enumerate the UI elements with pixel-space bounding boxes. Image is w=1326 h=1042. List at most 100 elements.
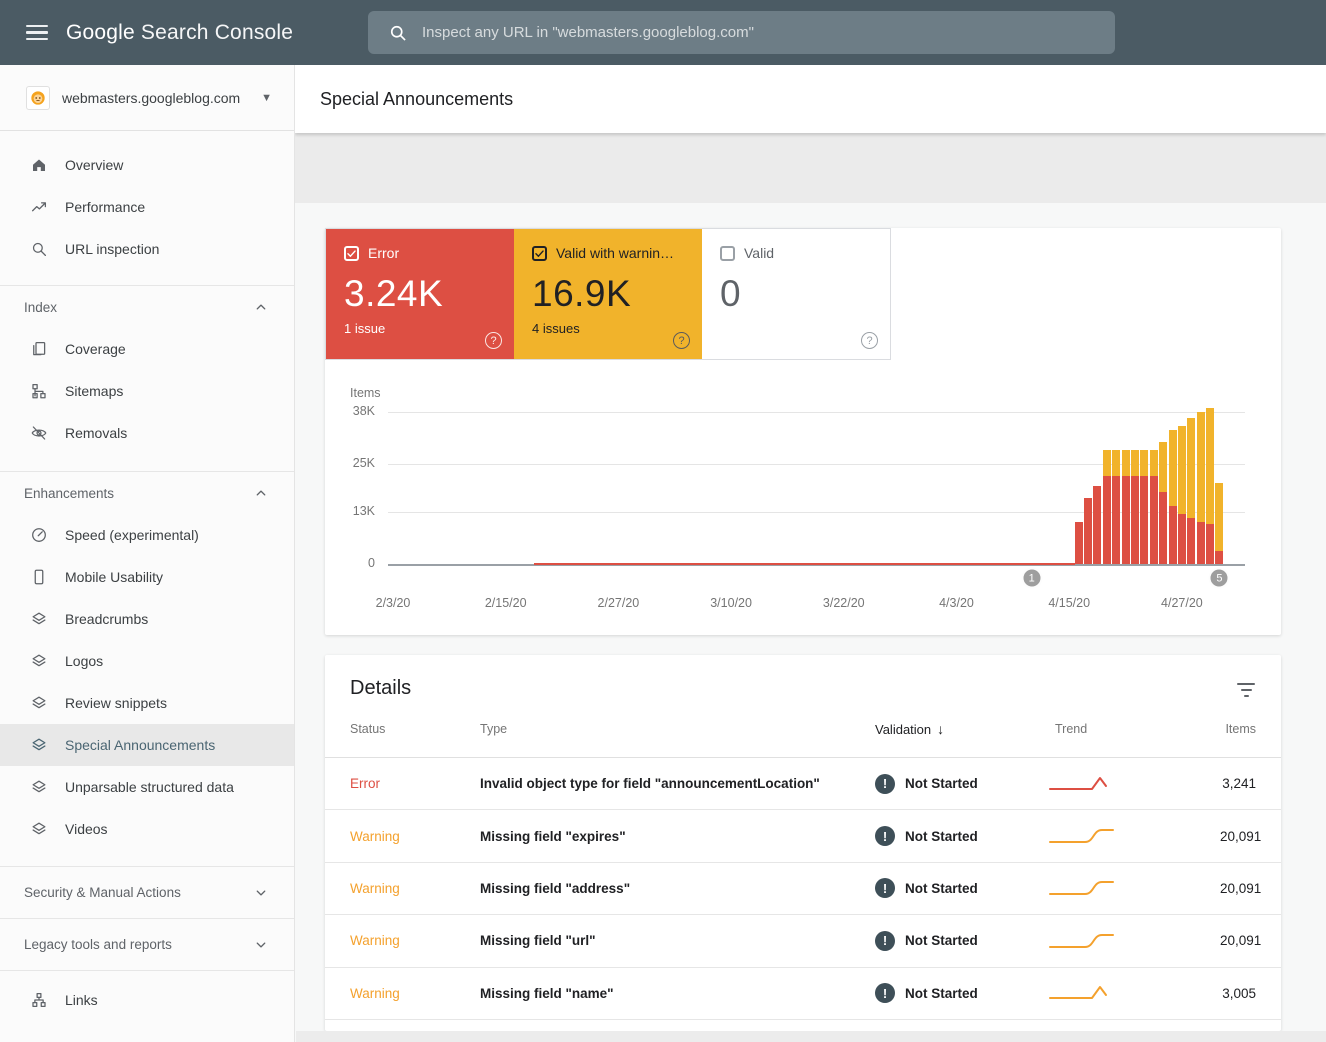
bar-warning-segment[interactable] <box>1140 450 1148 476</box>
removals-icon <box>30 424 48 442</box>
bar-error-segment[interactable] <box>1103 476 1111 564</box>
chevron-up-icon <box>252 298 270 316</box>
bar-warning-segment[interactable] <box>1206 408 1214 524</box>
row-status: Warning <box>350 986 480 1001</box>
sidebar-item-url-inspection[interactable]: URL inspection <box>0 228 294 270</box>
bar-warning-segment[interactable] <box>1197 412 1205 522</box>
status-and-chart-panel: Error3.24K1 issue?Valid with warnin…16.9… <box>325 228 1281 635</box>
trend-sparkline <box>1047 773 1117 795</box>
bar-error-segment[interactable] <box>1131 476 1139 564</box>
sidebar-section-enhancements[interactable]: Enhancements <box>0 472 294 514</box>
bar-warning-segment[interactable] <box>1169 430 1177 506</box>
details-row[interactable]: WarningMissing field "address"!Not Start… <box>325 863 1281 915</box>
filter-icon[interactable] <box>1236 681 1256 697</box>
sidebar-item-overview[interactable]: Overview <box>0 144 294 186</box>
bar-warning-segment[interactable] <box>1122 450 1130 476</box>
sidebar-item-links[interactable]: Links <box>0 979 294 1021</box>
sidebar-section-security-manual-actions[interactable]: Security & Manual Actions <box>0 867 294 918</box>
col-validation[interactable]: Validation↓ <box>875 721 1055 737</box>
details-row[interactable]: WarningMissing field "url"!Not Started20… <box>325 915 1281 967</box>
chart-y-axis-title: Items <box>350 386 381 400</box>
bar-warning-segment[interactable] <box>1131 450 1139 476</box>
sidebar-item-performance[interactable]: Performance <box>0 186 294 228</box>
sidebar-item-sitemaps[interactable]: Sitemaps <box>0 370 294 412</box>
bar-error-segment[interactable] <box>1112 476 1120 564</box>
trend-sparkline <box>1047 930 1117 952</box>
x-tick-label: 4/3/20 <box>939 596 974 610</box>
validation-state: Not Started <box>905 933 978 948</box>
bar-warning-segment[interactable] <box>1103 450 1111 476</box>
sidebar-item-label: Videos <box>65 821 108 837</box>
layers-icon <box>30 736 48 754</box>
details-table-header: Status Type Validation↓ Trend Items <box>325 700 1281 758</box>
sidebar-item-review-snippets[interactable]: Review snippets <box>0 682 294 724</box>
sidebar-item-mobile-usability[interactable]: Mobile Usability <box>0 556 294 598</box>
bar-error-segment[interactable] <box>1093 486 1101 564</box>
bar-warning-segment[interactable] <box>1150 450 1158 476</box>
validation-state: Not Started <box>905 776 978 791</box>
row-validation: !Not Started <box>875 774 1055 794</box>
row-trend <box>1055 982 1220 1004</box>
performance-icon <box>30 198 48 216</box>
row-trend <box>1055 877 1220 899</box>
details-row[interactable]: ErrorInvalid object type for field "anno… <box>325 758 1281 810</box>
row-status: Warning <box>350 829 480 844</box>
sidebar-item-logos[interactable]: Logos <box>0 640 294 682</box>
sidebar-item-label: Sitemaps <box>65 383 123 399</box>
row-items-count: 3,241 <box>1220 776 1256 791</box>
bar-warning-segment[interactable] <box>1215 483 1223 551</box>
layers-icon <box>30 652 48 670</box>
app-title-google: Google <box>66 21 135 44</box>
property-selector[interactable]: webmasters.googleblog.com ▼ <box>0 65 294 131</box>
col-items[interactable]: Items <box>1220 722 1256 736</box>
sidebar-item-speed-experimental-[interactable]: Speed (experimental) <box>0 514 294 556</box>
bottom-cutoff-strip <box>296 1031 1326 1042</box>
sidebar-section-index[interactable]: Index <box>0 286 294 328</box>
bar-error-segment[interactable] <box>1159 492 1167 564</box>
bar-error-segment[interactable] <box>1140 476 1148 564</box>
sidebar-item-unparsable-structured-data[interactable]: Unparsable structured data <box>0 766 294 808</box>
sidebar-item-breadcrumbs[interactable]: Breadcrumbs <box>0 598 294 640</box>
trend-sparkline <box>1047 982 1117 1004</box>
sidebar-item-label: Unparsable structured data <box>65 779 234 795</box>
col-trend[interactable]: Trend <box>1055 722 1220 736</box>
chart-gridline <box>388 412 1245 413</box>
sidebar-item-special-announcements[interactable]: Special Announcements <box>0 724 294 766</box>
bar-error-segment[interactable] <box>1197 522 1205 564</box>
app-title: GoogleSearch Console <box>66 21 293 45</box>
bar-warning-segment[interactable] <box>1112 450 1120 476</box>
bar-warning-segment[interactable] <box>1159 442 1167 492</box>
menu-icon[interactable] <box>26 25 48 41</box>
bar-error-segment[interactable] <box>1215 551 1223 564</box>
site-favicon <box>26 86 50 110</box>
row-type: Missing field "address" <box>480 881 875 896</box>
timeline-marker-5[interactable]: 5 <box>1209 568 1230 589</box>
bar-error-segment[interactable] <box>1084 498 1092 564</box>
sidebar-item-label: URL inspection <box>65 241 159 257</box>
timeline-marker-1[interactable]: 1 <box>1021 568 1042 589</box>
details-row[interactable]: WarningMissing field "name"!Not Started3… <box>325 968 1281 1020</box>
col-status[interactable]: Status <box>350 722 480 736</box>
bar-error-segment[interactable] <box>1169 506 1177 564</box>
sidebar-item-coverage[interactable]: Coverage <box>0 328 294 370</box>
bar-error-segment[interactable] <box>1178 514 1186 564</box>
bar-error-segment[interactable] <box>1122 476 1130 564</box>
home-icon <box>30 156 48 174</box>
details-row[interactable]: WarningMissing field "expires"!Not Start… <box>325 810 1281 862</box>
bar-warning-segment[interactable] <box>1178 426 1186 514</box>
sidebar: webmasters.googleblog.com ▼ OverviewPerf… <box>0 65 295 1042</box>
row-validation: !Not Started <box>875 931 1055 951</box>
url-inspect-input[interactable] <box>422 24 1101 41</box>
bar-error-segment[interactable] <box>1075 522 1083 564</box>
sidebar-section-legacy-tools-and-reports[interactable]: Legacy tools and reports <box>0 919 294 970</box>
bar-error-segment[interactable] <box>1150 476 1158 564</box>
sidebar-item-removals[interactable]: Removals <box>0 412 294 454</box>
row-trend <box>1055 930 1220 952</box>
sidebar-item-videos[interactable]: Videos <box>0 808 294 850</box>
bar-error-segment[interactable] <box>1206 524 1214 564</box>
bar-warning-segment[interactable] <box>1187 418 1195 518</box>
bar-error-segment[interactable] <box>1187 518 1195 564</box>
coverage-icon <box>30 340 48 358</box>
url-inspection-searchbar[interactable] <box>368 11 1115 54</box>
col-type[interactable]: Type <box>480 722 875 736</box>
